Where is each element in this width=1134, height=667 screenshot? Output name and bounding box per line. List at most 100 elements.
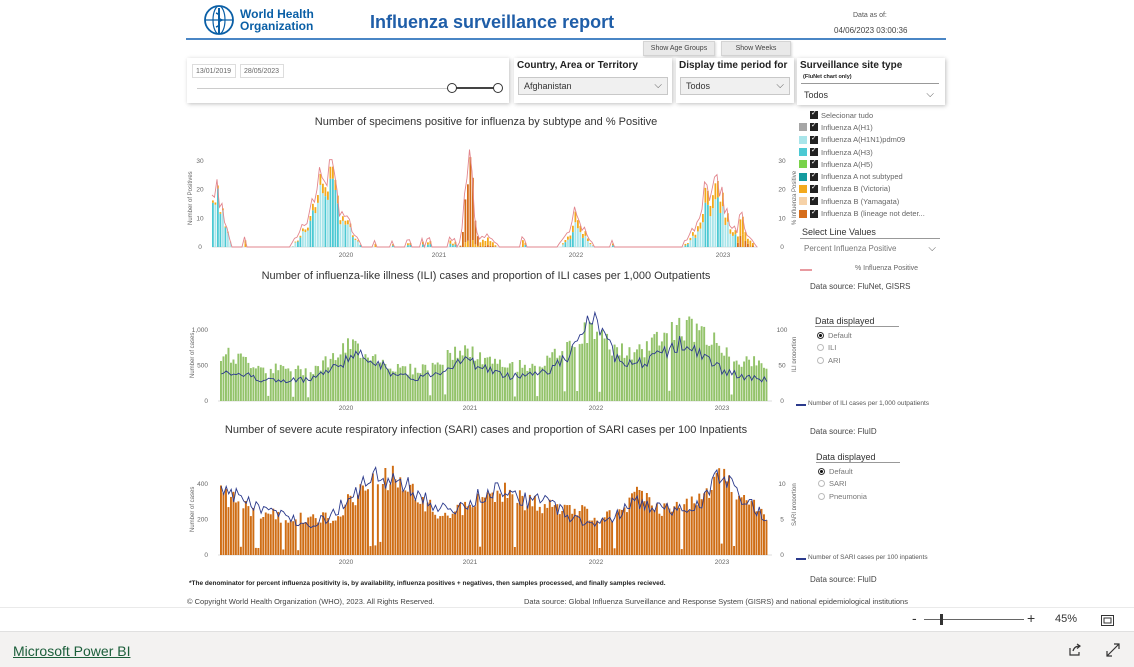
chart1-bar-a [427,244,429,247]
chart1-bar-a [687,244,689,247]
chart1-bar-b [452,243,454,246]
subtype-legend: Selecionar tudo Influenza A(H1) Influenza … [799,109,944,220]
chart2-bar [479,352,482,401]
data-displayed-option[interactable]: Default [818,465,867,478]
checkbox-checked-icon[interactable] [810,195,818,206]
legend-item[interactable]: Influenza A(H3) [799,146,944,158]
chart3-bar [257,548,260,555]
site-type-sublabel: (FluNet chart only) [803,74,852,80]
data-displayed-option[interactable]: ILI [817,342,852,355]
country-dropdown[interactable]: Afghanistan ⌵ [518,77,668,95]
share-icon[interactable] [1068,643,1082,657]
chart3-bar [369,546,372,555]
start-date-input[interactable]: 13/01/2019 [192,64,236,78]
chart1-bar-b [344,220,347,225]
checkbox-checked-icon[interactable] [810,208,818,218]
chart3-bar [698,493,701,555]
slider-end-handle[interactable] [493,83,503,93]
chart1-bar-b [427,242,429,245]
legend-item[interactable]: Influenza A not subtyped [799,170,944,182]
chart1-bar-b [714,183,717,200]
site-type-dropdown[interactable]: Todos ⌵ [801,87,939,103]
chart3-xtick: 2020 [339,559,354,566]
zoom-slider-handle[interactable] [940,614,943,625]
show-weeks-button[interactable]: Show Weeks [721,41,791,56]
zoom-out-button[interactable]: - [912,610,917,626]
data-displayed-option[interactable]: SARI [818,478,867,491]
checkbox-checked-icon[interactable] [810,109,818,120]
chart1-bar-a [292,246,294,247]
chart3-bar [414,499,417,555]
chart3-bar [239,546,242,555]
checkbox-checked-icon[interactable] [810,183,818,193]
chart3-bar [344,504,347,555]
chart1-bar-a [329,178,332,247]
chart1-ytick-right: 10 [778,215,786,222]
data-displayed-option[interactable]: Default [817,329,852,342]
chart1-bar-a [749,244,752,247]
chart3-bar [401,490,404,555]
legend-item[interactable]: Influenza B (lineage not deter... [799,207,944,219]
period-dropdown[interactable]: Todos ⌵ [680,77,790,95]
chart1-bar-b [752,243,754,246]
chart3-bar [376,484,379,555]
chart2-bar [728,356,731,401]
chart3-bar [354,505,357,555]
chart1-bar-a [699,228,702,247]
power-bi-link[interactable]: Microsoft Power BI [13,643,130,659]
zoom-slider-track[interactable] [924,619,1024,620]
chart1-bar-b [589,243,592,245]
legend-item[interactable]: Influenza A(H1N1)pdm09 [799,134,944,146]
legend-item[interactable]: Influenza A(H5) [799,158,944,170]
checkbox-checked-icon[interactable] [810,158,818,169]
chart2-bar [586,343,589,401]
chart3-bar [673,506,676,555]
data-displayed-option[interactable]: Pneumonia [818,490,867,503]
chart2-bar [347,338,349,401]
chart3-bar [516,502,519,555]
chart1-bar-b [327,191,329,200]
legend-item[interactable]: Influenza B (Victoria) [799,183,944,195]
radio-button-icon[interactable] [818,467,825,475]
chart1-bar-a [564,242,567,247]
data-displayed-option[interactable]: ARI [817,354,852,367]
chart2-bar [314,365,317,401]
chart1-bar-a [317,202,319,247]
checkbox-checked-icon[interactable] [810,134,818,144]
zoom-level: 45% [1055,613,1078,625]
fullscreen-icon[interactable] [1106,643,1120,657]
legend-item[interactable]: Influenza B (Yamagata) [799,195,944,207]
line-values-dropdown[interactable]: Percent Influenza Positive ⌵ [800,241,941,258]
legend-label: Selecionar tudo [821,110,874,120]
chart2-bar [249,368,252,401]
legend-item[interactable]: Selecionar tudo [799,109,944,121]
show-age-groups-button[interactable]: Show Age Groups [643,41,715,56]
legend-item[interactable]: Influenza A(H1) [799,121,944,133]
chart2-bar [239,353,242,401]
chart2-bar [670,322,673,401]
slider-start-handle[interactable] [447,83,457,93]
chart1-bar-b [342,216,344,221]
checkbox-checked-icon[interactable] [810,146,818,157]
chart2-bar [441,364,444,401]
chart2-bar [272,373,275,401]
checkbox-checked-icon[interactable] [810,121,818,132]
chart3-bar [576,515,579,555]
chart3-bar [429,499,432,555]
radio-button-icon[interactable] [817,344,824,352]
chart2-bar [583,322,586,401]
radio-button-icon[interactable] [817,331,824,339]
chart3-xtick: 2023 [715,559,730,566]
fit-to-page-icon[interactable] [1101,613,1114,626]
chart3-bar [456,504,459,555]
chart2-bar [563,391,566,401]
radio-button-icon[interactable] [817,356,824,364]
chart2-bar [678,317,681,401]
end-date-input[interactable]: 28/05/2023 [240,64,284,78]
zoom-in-button[interactable]: + [1027,610,1035,626]
date-range-slicer[interactable]: 13/01/2019 28/05/2023 [187,58,509,103]
checkbox-checked-icon[interactable] [810,171,818,181]
radio-button-icon[interactable] [818,480,825,488]
radio-button-icon[interactable] [818,492,825,500]
country-filter: Country, Area or Territory Afghanistan ⌵ [514,58,672,103]
